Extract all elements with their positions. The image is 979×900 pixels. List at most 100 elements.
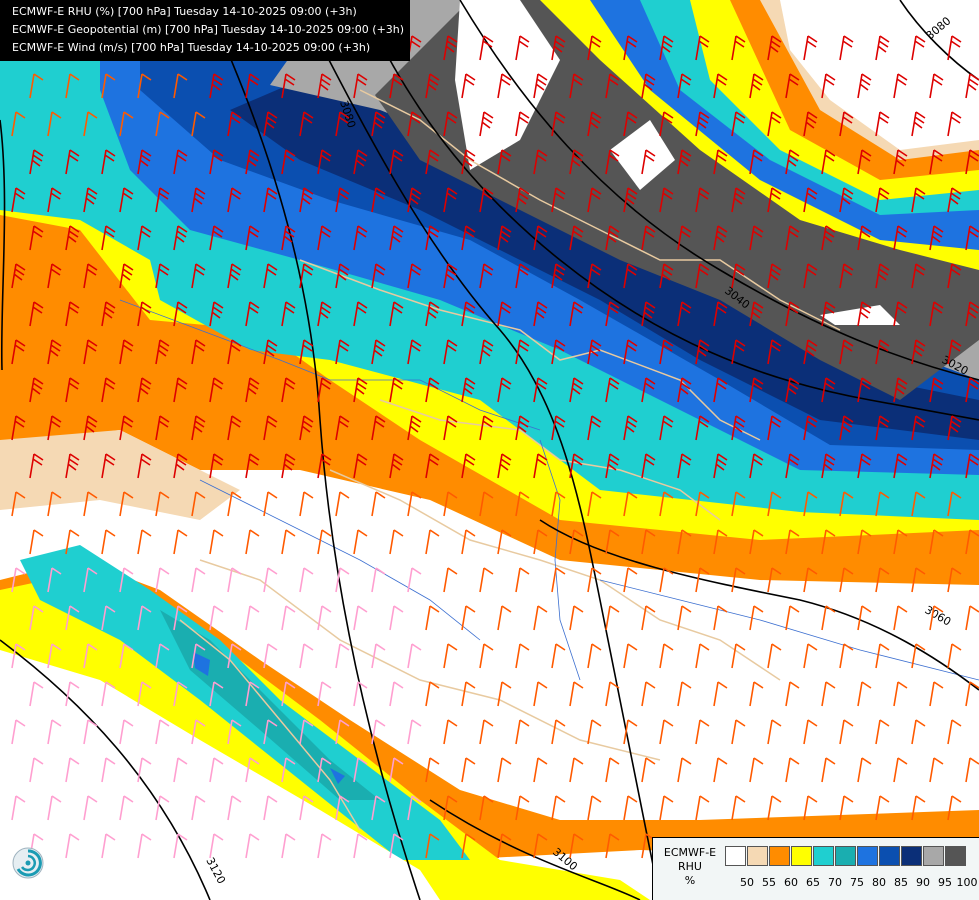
legend-tick: 50 (740, 876, 754, 889)
legend-swatch (725, 846, 746, 866)
wind-barb (551, 567, 566, 593)
wind-barb (173, 529, 188, 555)
wind-barb (461, 757, 476, 783)
wind-barb (425, 529, 440, 555)
wind-barb (371, 643, 386, 669)
ecmwf-logo-icon (12, 847, 44, 879)
wind-barb (659, 643, 674, 669)
wind-barb (893, 757, 908, 783)
wind-barb (569, 605, 584, 631)
wind-barb (695, 643, 710, 669)
wind-barb (245, 605, 260, 631)
wind-barb (587, 719, 602, 745)
legend-swatch (923, 846, 944, 866)
wind-barb (299, 491, 314, 517)
wind-barb (407, 719, 422, 745)
wind-barb (479, 643, 494, 669)
legend-swatches (725, 846, 967, 868)
legend-tick: 80 (872, 876, 886, 889)
wind-barb (749, 605, 764, 631)
wind-barb (389, 529, 404, 555)
legend-swatch (747, 846, 768, 866)
wind-barb (641, 757, 656, 783)
wind-barb (461, 529, 476, 555)
wind-barb (839, 719, 854, 745)
wind-barb (443, 567, 458, 593)
wind-barb (731, 719, 746, 745)
river-line (199, 479, 481, 641)
river-line (599, 579, 979, 681)
header-line-geopotential: ECMWF-E Geopotential (m) [700 hPa] Tuesd… (12, 23, 405, 36)
wind-barb (893, 681, 908, 707)
wind-barb (245, 529, 260, 555)
wind-barb (515, 643, 530, 669)
wind-barb (515, 719, 530, 745)
wind-barb (497, 605, 512, 631)
wind-barb (407, 643, 422, 669)
rhu-fill-layer (0, 0, 979, 900)
wind-barb (29, 529, 44, 555)
wind-barb (335, 491, 350, 517)
wind-barb (893, 605, 908, 631)
wind-barb (353, 529, 368, 555)
wind-barb (479, 719, 494, 745)
wind-barb (713, 605, 728, 631)
wind-barb (281, 529, 296, 555)
wind-barb (731, 795, 746, 821)
wind-barb (929, 757, 944, 783)
legend-unit: % (684, 874, 696, 887)
wind-barb (569, 681, 584, 707)
wind-barb (875, 719, 890, 745)
legend-tick: 100 (956, 876, 978, 889)
wind-barb (479, 567, 494, 593)
legend-tick: 90 (916, 876, 930, 889)
wind-barb (659, 795, 674, 821)
wind-barb (803, 643, 818, 669)
wind-barb (821, 757, 836, 783)
weather-map-viewer: 3080 3080 3040 3020 3060 3100 3120 ECMWF… (0, 0, 979, 900)
wind-barb (443, 719, 458, 745)
legend-swatch (945, 846, 966, 866)
wind-barb (857, 681, 872, 707)
legend-title-model: ECMWF-E (663, 846, 717, 859)
wind-barb (353, 605, 368, 631)
header-line-rhu: ECMWF-E RHU (%) [700 hPa] Tuesday 14-10-… (12, 5, 357, 18)
wind-barb (767, 795, 782, 821)
header-line-wind: ECMWF-E Wind (m/s) [700 hPa] Tuesday 14-… (12, 41, 371, 54)
wind-barb (947, 643, 962, 669)
legend-swatch (769, 846, 790, 866)
wind-barb (785, 681, 800, 707)
rhu-field-map: 3080 3080 3040 3020 3060 3100 3120 (0, 0, 979, 900)
wind-barb (335, 643, 350, 669)
wind-barb (317, 605, 332, 631)
wind-barb (965, 605, 979, 631)
wind-barb (605, 757, 620, 783)
wind-barb (263, 491, 278, 517)
wind-barb (533, 757, 548, 783)
wind-barb (137, 529, 152, 555)
wind-barb (857, 757, 872, 783)
legend-swatch (879, 846, 900, 866)
wind-barb (623, 795, 638, 821)
legend-title-variable: RHU (678, 860, 702, 873)
legend-tick: 95 (938, 876, 952, 889)
rhu-legend: ECMWF-E RHU % 50 55 60 65 70 75 80 85 90 95 100 (652, 837, 979, 900)
map-header: ECMWF-E RHU (%) [700 hPa] Tuesday 14-10-… (0, 0, 411, 61)
wind-barb (569, 757, 584, 783)
wind-barb (587, 643, 602, 669)
wind-barb (929, 681, 944, 707)
wind-barb (101, 529, 116, 555)
wind-barb (749, 757, 764, 783)
wind-barb (803, 719, 818, 745)
wind-barb (551, 643, 566, 669)
wind-barb (785, 757, 800, 783)
wind-barb (947, 719, 962, 745)
wind-barb (911, 719, 926, 745)
wind-barb (299, 567, 314, 593)
wind-barb (299, 643, 314, 669)
legend-tick: 75 (850, 876, 864, 889)
legend-tick: 55 (762, 876, 776, 889)
wind-barb (965, 757, 979, 783)
wind-barb (767, 719, 782, 745)
wind-barb (785, 605, 800, 631)
